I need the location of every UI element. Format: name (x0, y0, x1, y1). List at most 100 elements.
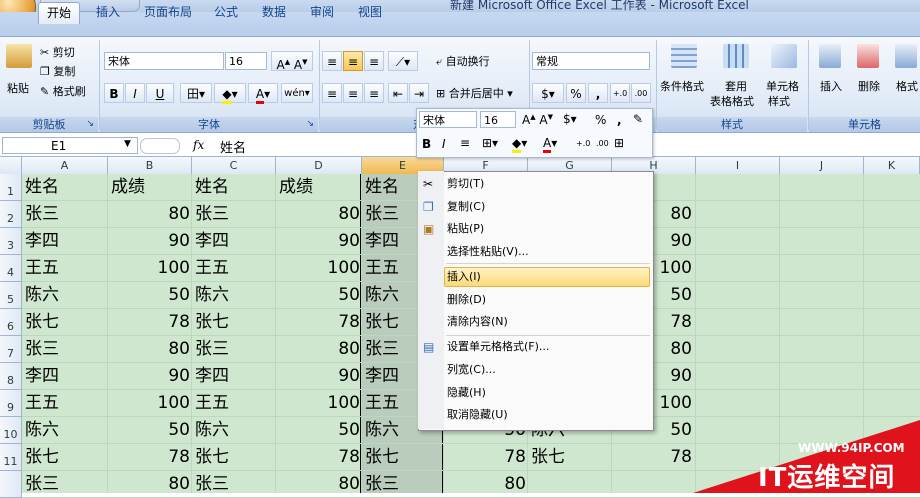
cell-d3[interactable]: 90 (276, 228, 362, 255)
wrap-text-button[interactable]: ⤶ 自动换行 (436, 53, 490, 69)
cell-b10[interactable]: 50 (108, 417, 192, 444)
cell-b7[interactable]: 80 (108, 336, 192, 363)
menu-paste-special[interactable]: 选择性粘贴(V)... (447, 241, 529, 263)
cut-button[interactable]: ✂ 剪切 (40, 44, 75, 60)
comma-button[interactable]: , (588, 83, 608, 103)
menu-format-cells[interactable]: 设置单元格格式(F)... (447, 336, 549, 358)
mini-size-select[interactable]: 16 (480, 111, 516, 128)
cell-f12[interactable]: 80 (444, 471, 528, 498)
row-header-3[interactable]: 3 (0, 228, 22, 255)
cell-b5[interactable]: 50 (108, 282, 192, 309)
decrease-indent-button[interactable]: ⇤ (388, 83, 408, 103)
cell-d1[interactable]: 成绩 (279, 174, 362, 201)
cell-b12[interactable]: 80 (108, 471, 192, 498)
increase-indent-button[interactable]: ⇥ (409, 83, 429, 103)
row-header-5[interactable]: 5 (0, 282, 22, 309)
cell-b3[interactable]: 90 (108, 228, 192, 255)
row-header-8[interactable]: 8 (0, 363, 22, 390)
format-as-table-button[interactable]: 套用 (725, 78, 747, 94)
dialog-launcher-icon[interactable]: ↘ (306, 117, 314, 132)
cell-c1[interactable]: 姓名 (195, 174, 276, 201)
mini-fill-color-icon[interactable]: ◆▾ (512, 136, 527, 153)
dialog-launcher-icon[interactable]: ↘ (86, 117, 94, 132)
menu-clear-contents[interactable]: 清除内容(N) (447, 311, 508, 333)
orientation-button[interactable]: ⟋▾ (388, 51, 418, 71)
cell-b6[interactable]: 78 (108, 309, 192, 336)
menu-column-width[interactable]: 列宽(C)... (447, 359, 496, 381)
menu-unhide[interactable]: 取消隐藏(U) (447, 404, 508, 426)
cell-e12[interactable]: 张三 (365, 471, 444, 498)
cell-d8[interactable]: 90 (276, 363, 362, 390)
tab-page-layout[interactable]: 页面布局 (136, 2, 200, 23)
align-middle-button[interactable]: ≡ (343, 51, 363, 71)
cell-c10[interactable]: 陈六 (195, 417, 276, 444)
cell-a10[interactable]: 陈六 (25, 417, 108, 444)
cell-styles-button-line2[interactable]: 样式 (768, 93, 790, 109)
cell-styles-button[interactable]: 单元格 (766, 78, 799, 94)
cell-a12[interactable]: 张三 (25, 471, 108, 498)
row-header-9[interactable]: 9 (0, 390, 22, 417)
column-header-a[interactable]: A (22, 157, 108, 174)
conditional-format-icon[interactable] (671, 44, 697, 68)
cell-d5[interactable]: 50 (276, 282, 362, 309)
menu-insert[interactable]: 插入(I) (447, 266, 481, 288)
cell-c9[interactable]: 王五 (195, 390, 276, 417)
mini-font-color-icon[interactable]: A▾ (543, 136, 557, 153)
decrease-decimal-button[interactable]: .00 (631, 83, 651, 103)
cell-c12[interactable]: 张三 (195, 471, 276, 498)
cell-d6[interactable]: 78 (276, 309, 362, 336)
font-size-grow-shrink[interactable]: A▲ A▼ (271, 51, 313, 72)
cell-c7[interactable]: 张三 (195, 336, 276, 363)
formula-bar-handle[interactable] (140, 138, 180, 154)
tab-view[interactable]: 视图 (350, 2, 390, 23)
mini-merge-icon[interactable]: ⊞ (614, 136, 624, 150)
cell-d4[interactable]: 100 (276, 255, 362, 282)
format-cells-icon[interactable] (895, 44, 917, 68)
tab-data[interactable]: 数据 (254, 2, 294, 23)
cell-d12[interactable]: 80 (276, 471, 362, 498)
phonetic-button[interactable]: wén▾ (281, 83, 313, 103)
align-top-button[interactable]: ≡ (322, 51, 342, 71)
mini-bold-button[interactable]: B (422, 137, 431, 151)
cell-a1[interactable]: 姓名 (25, 174, 108, 201)
row-header-4[interactable]: 4 (0, 255, 22, 282)
row-header-2[interactable]: 2 (0, 201, 22, 228)
cell-a3[interactable]: 李四 (25, 228, 108, 255)
bold-button[interactable]: B (104, 83, 124, 103)
name-box[interactable]: E1 (2, 137, 138, 154)
menu-delete[interactable]: 删除(D) (447, 289, 486, 311)
font-name-select[interactable]: 宋体 (104, 52, 224, 70)
mini-border-icon[interactable]: ⊞▾ (482, 136, 498, 150)
column-header-k[interactable]: K (864, 157, 920, 174)
tab-home[interactable]: 开始 (38, 2, 81, 24)
tab-review[interactable]: 审阅 (302, 2, 342, 23)
cell-e11[interactable]: 张七 (365, 444, 444, 471)
cell-f11[interactable]: 78 (444, 444, 528, 471)
cell-b1[interactable]: 成绩 (111, 174, 192, 201)
cell-c5[interactable]: 陈六 (195, 282, 276, 309)
mini-decrease-decimal-icon[interactable]: .00 (596, 139, 609, 148)
menu-copy[interactable]: 复制(C) (447, 196, 485, 218)
cell-b11[interactable]: 78 (108, 444, 192, 471)
mini-accounting-icon[interactable]: $▾ (563, 112, 577, 126)
cell-a9[interactable]: 王五 (25, 390, 108, 417)
cell-c11[interactable]: 张七 (195, 444, 276, 471)
cell-b9[interactable]: 100 (108, 390, 192, 417)
row-header-7[interactable]: 7 (0, 336, 22, 363)
cell-b8[interactable]: 90 (108, 363, 192, 390)
cell-a7[interactable]: 张三 (25, 336, 108, 363)
column-header-c[interactable]: C (192, 157, 276, 174)
row-header-1[interactable]: 1 (0, 174, 22, 201)
font-color-button[interactable]: A▾ (248, 83, 278, 104)
paste-button[interactable]: 粘贴 (7, 80, 29, 96)
menu-cut[interactable]: 剪切(T) (447, 173, 484, 195)
align-bottom-button[interactable]: ≡ (364, 51, 384, 71)
delete-cells-button[interactable]: 删除 (858, 78, 880, 94)
mini-format-painter-icon[interactable]: ✎ (633, 112, 643, 126)
mini-comma-button[interactable]: , (617, 113, 622, 127)
underline-button[interactable]: U (146, 83, 174, 103)
percent-button[interactable]: % (566, 83, 586, 103)
cell-b2[interactable]: 80 (108, 201, 192, 228)
cell-a11[interactable]: 张七 (25, 444, 108, 471)
insert-cells-button[interactable]: 插入 (820, 78, 842, 94)
